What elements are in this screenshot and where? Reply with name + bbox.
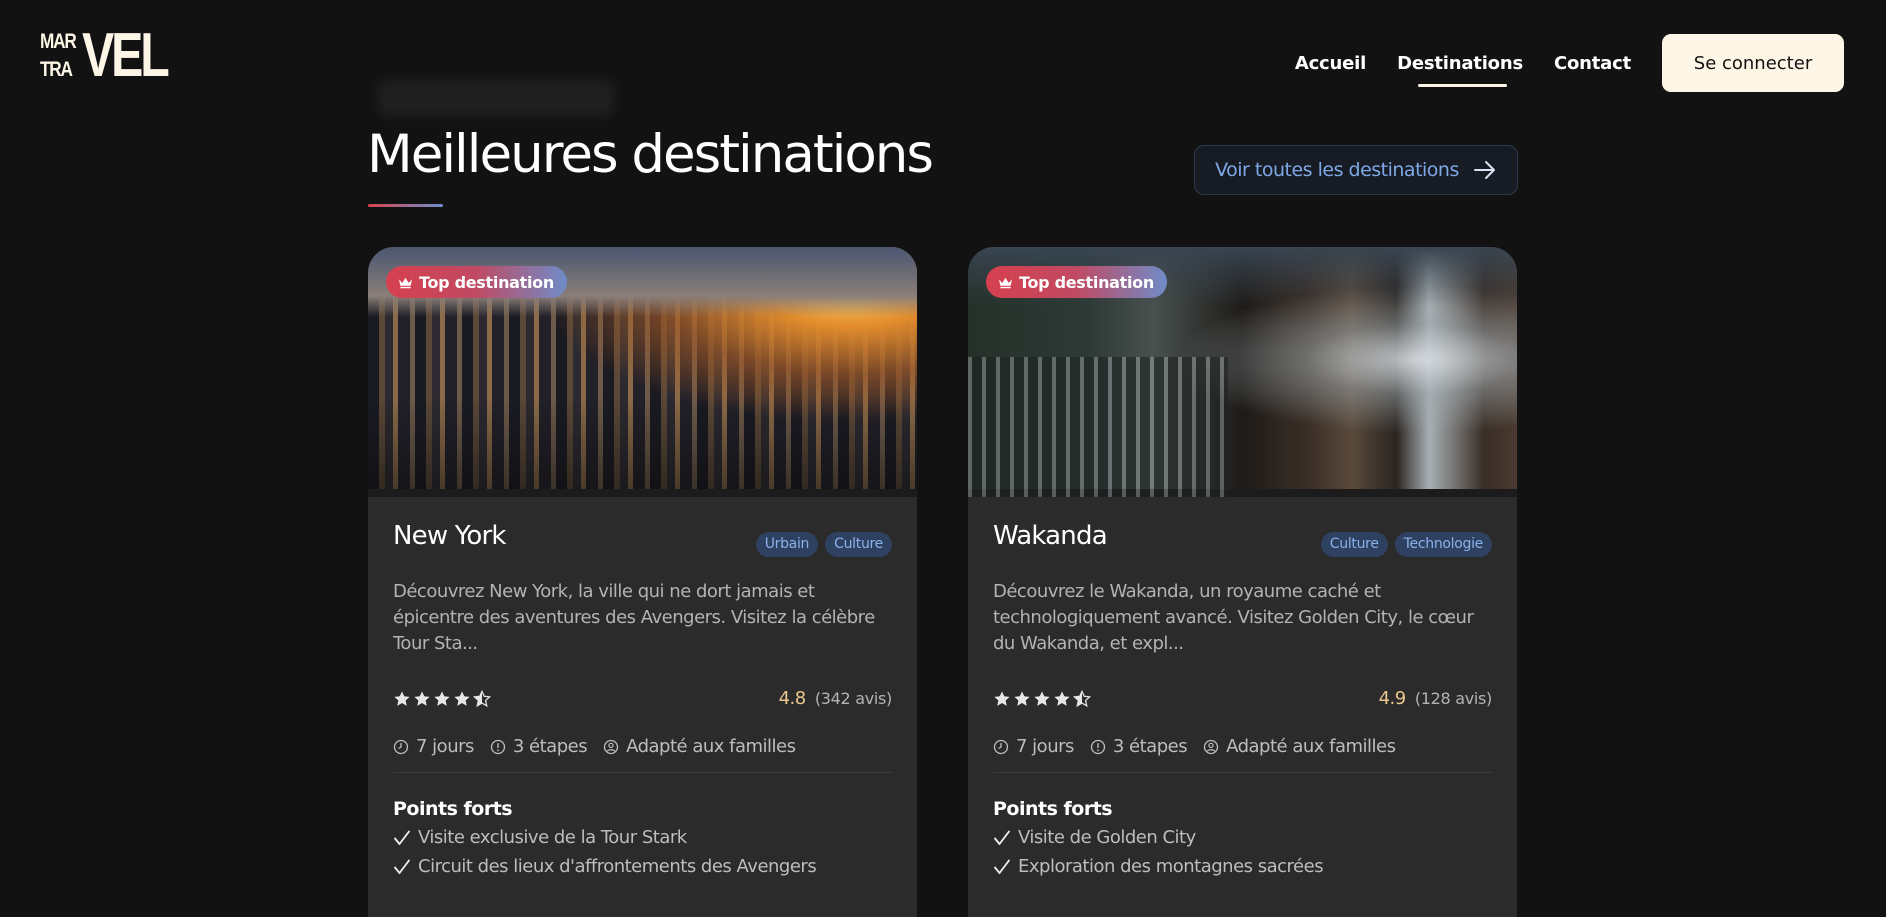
star-full-icon	[434, 690, 450, 706]
crown-icon	[398, 277, 413, 288]
star-half-icon	[473, 689, 491, 707]
trip-meta: 7 jours 3 étapes Adapté aux familles	[993, 736, 1492, 773]
check-icon	[394, 830, 410, 845]
highlight-text: Visite exclusive de la Tour Stark	[418, 827, 687, 848]
nav-link-contact[interactable]: Contact	[1554, 53, 1631, 74]
rating-value: 4.8	[778, 688, 807, 709]
steps: 3 étapes	[512, 736, 588, 757]
star-full-icon	[1054, 690, 1070, 706]
destination-card-wakanda[interactable]: Top destination Wakanda Culture Technolo…	[968, 247, 1517, 917]
nav-link-accueil[interactable]: Accueil	[1295, 53, 1366, 74]
family-friendly: Adapté aux familles	[626, 736, 796, 757]
star-full-icon	[414, 690, 430, 706]
star-half-icon	[1073, 689, 1091, 707]
highlight-item: Visite de Golden City	[993, 827, 1492, 848]
review-count: (128 avis)	[1414, 689, 1492, 708]
user-icon	[1203, 739, 1219, 754]
duration: 7 jours	[1016, 736, 1074, 757]
highlights-title: Points forts	[393, 798, 513, 820]
highlight-text: Exploration des montagnes sacrées	[1018, 856, 1324, 877]
rating-summary: 4.8 (342 avis)	[778, 688, 893, 709]
info-icon	[490, 739, 506, 754]
check-icon	[994, 830, 1010, 845]
star-rating	[393, 689, 491, 708]
top-destination-badge: Top destination	[386, 266, 567, 298]
card-image-new-york: Top destination	[368, 247, 917, 497]
tag-list: Urbain Culture	[755, 532, 892, 557]
title-underline	[368, 204, 443, 207]
card-description: Découvrez le Wakanda, un royaume caché e…	[993, 581, 1474, 654]
review-count: (342 avis)	[814, 689, 892, 708]
star-full-icon	[454, 690, 470, 706]
nav-link-destinations[interactable]: Destinations	[1397, 53, 1523, 87]
logo-line-2: TRA	[40, 58, 73, 81]
user-icon	[603, 739, 619, 754]
rating-summary: 4.9 (128 avis)	[1378, 688, 1493, 709]
logo[interactable]: MAR TRA VEL	[40, 25, 170, 87]
rating-value: 4.9	[1378, 688, 1407, 709]
tag: Culture	[825, 532, 892, 557]
blurred-eyebrow	[378, 80, 614, 116]
info-icon	[1090, 739, 1106, 754]
highlight-text: Circuit des lieux d'affrontements des Av…	[418, 856, 817, 877]
logo-big-text: VEL	[82, 21, 170, 90]
badge-label: Top destination	[419, 272, 554, 292]
tag: Technologie	[1394, 532, 1492, 557]
highlight-item: Visite exclusive de la Tour Stark	[393, 827, 892, 848]
see-all-destinations-button[interactable]: Voir toutes les destinations	[1194, 145, 1518, 195]
check-icon	[994, 859, 1010, 874]
section-title: Meilleures destinations	[367, 124, 934, 185]
destination-card-new-york[interactable]: Top destination New York Urbain Culture …	[368, 247, 917, 917]
highlight-item: Exploration des montagnes sacrées	[993, 856, 1492, 877]
see-all-label: Voir toutes les destinations	[1215, 159, 1459, 181]
login-button[interactable]: Se connecter	[1662, 34, 1844, 92]
star-full-icon	[394, 690, 410, 706]
crown-icon	[998, 277, 1013, 288]
clock-icon	[993, 739, 1009, 754]
tag: Culture	[1320, 532, 1388, 557]
tag-list: Culture Technologie	[1320, 532, 1492, 557]
highlights-title: Points forts	[993, 798, 1113, 820]
logo-small-text: MAR TRA	[40, 28, 77, 84]
card-image-wakanda: Top destination	[968, 247, 1517, 497]
logo-line-1: MAR	[40, 30, 77, 53]
steps: 3 étapes	[1112, 736, 1188, 757]
tag: Urbain	[755, 532, 819, 557]
duration: 7 jours	[416, 736, 474, 757]
star-full-icon	[994, 690, 1010, 706]
arrow-right-icon	[1473, 161, 1495, 179]
top-destination-badge: Top destination	[986, 266, 1167, 298]
highlight-item: Circuit des lieux d'affrontements des Av…	[393, 856, 892, 877]
main-nav: Accueil Destinations Contact Se connecte…	[1295, 34, 1844, 92]
card-title: Wakanda	[993, 521, 1108, 551]
star-full-icon	[1034, 690, 1050, 706]
family-friendly: Adapté aux familles	[1226, 736, 1396, 757]
card-description: Découvrez New York, la ville qui ne dort…	[393, 581, 875, 654]
trip-meta: 7 jours 3 étapes Adapté aux familles	[393, 736, 892, 773]
clock-icon	[393, 739, 409, 754]
highlight-text: Visite de Golden City	[1018, 827, 1196, 848]
check-icon	[394, 859, 410, 874]
star-full-icon	[1014, 690, 1030, 706]
star-rating	[993, 689, 1091, 708]
card-title: New York	[393, 521, 506, 551]
badge-label: Top destination	[1019, 272, 1154, 292]
